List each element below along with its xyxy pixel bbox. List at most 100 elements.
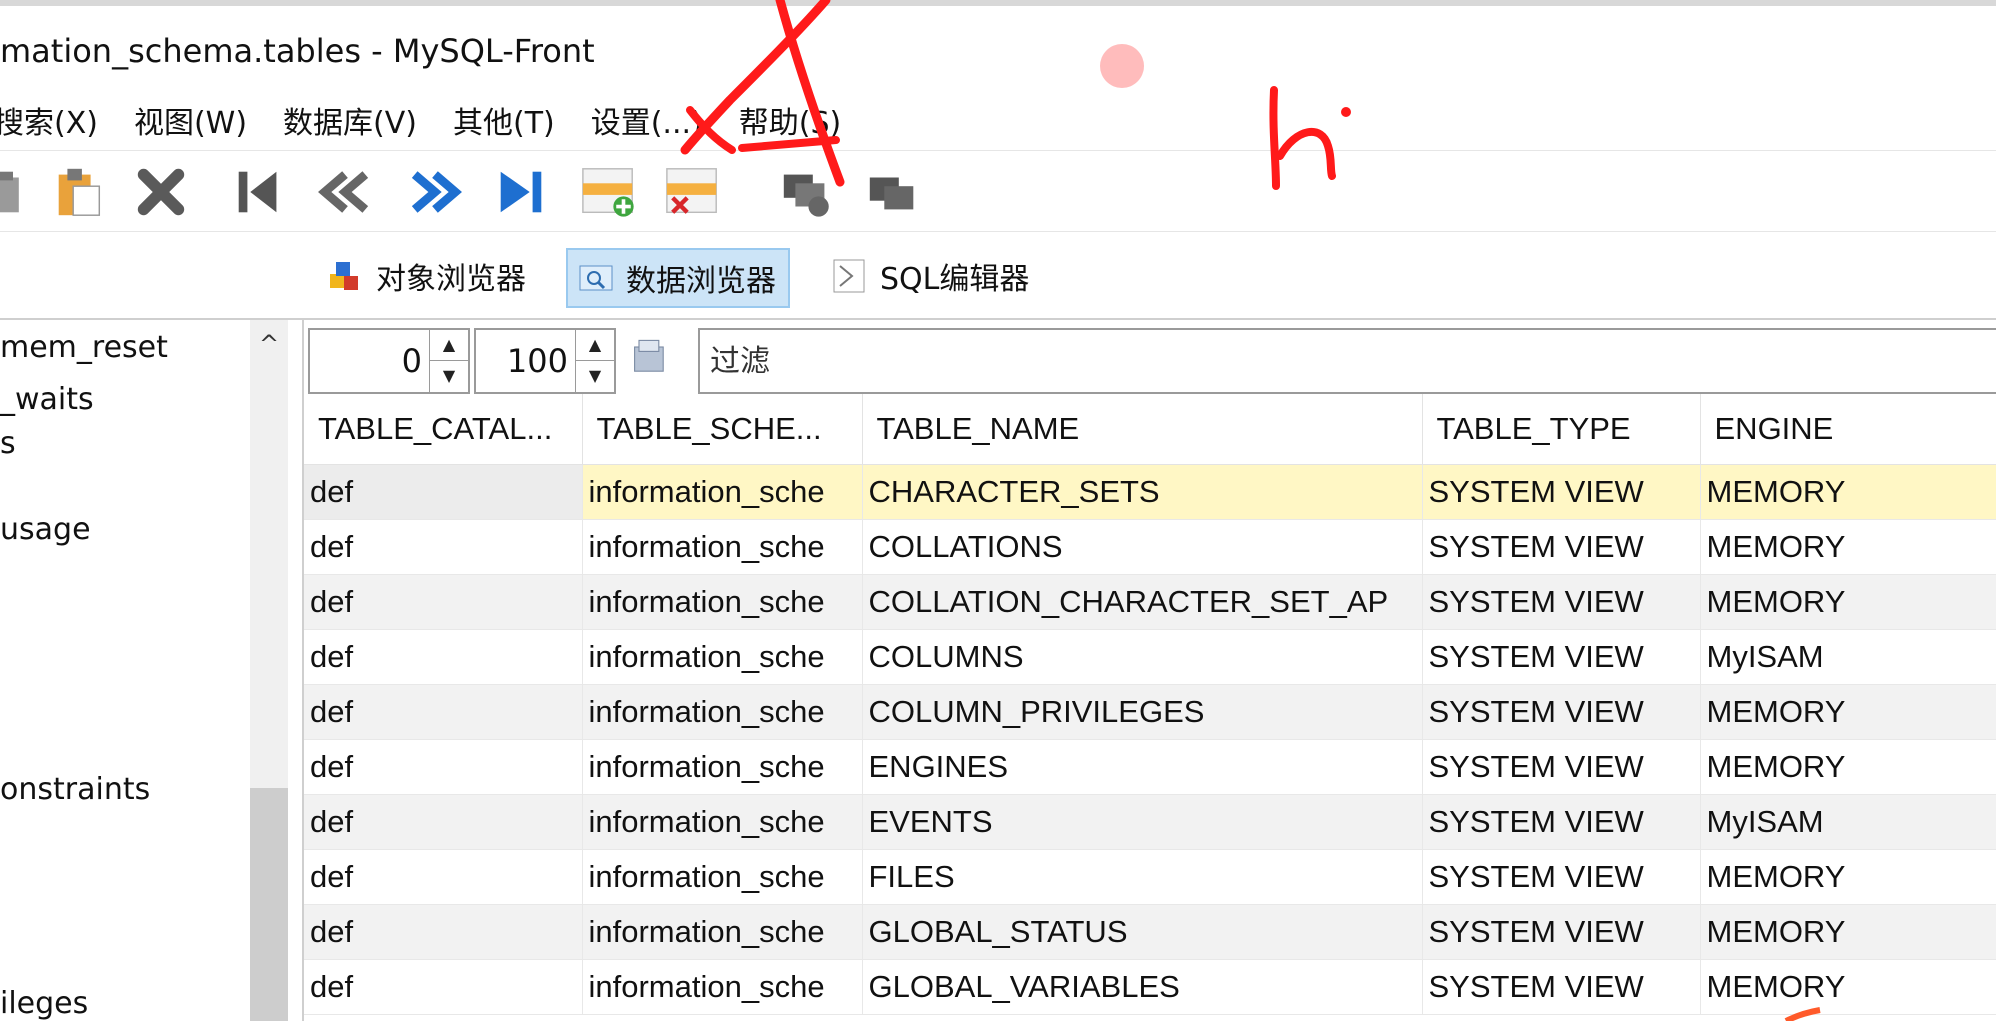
table-cell[interactable]: def bbox=[304, 904, 583, 960]
table-cell[interactable]: def bbox=[304, 959, 583, 1015]
table-cell[interactable]: FILES bbox=[862, 849, 1423, 905]
post-icon[interactable] bbox=[776, 161, 838, 223]
table-row[interactable]: def information_sche ENGINES SYSTEM VIEW… bbox=[304, 739, 1996, 795]
table-cell[interactable]: def bbox=[304, 849, 583, 905]
table-cell[interactable]: SYSTEM VIEW bbox=[1422, 849, 1701, 905]
menu-database[interactable]: 数据库(V) bbox=[283, 98, 417, 142]
table-cell[interactable]: information_sche bbox=[582, 794, 863, 850]
table-cell[interactable]: information_sche bbox=[582, 904, 863, 960]
table-cell[interactable]: MEMORY bbox=[1700, 519, 1996, 575]
scroll-up-icon[interactable]: ^ bbox=[250, 330, 288, 358]
table-cell[interactable]: MEMORY bbox=[1700, 464, 1996, 520]
limit-up-button[interactable]: ▲ bbox=[576, 330, 614, 361]
table-cell[interactable]: def bbox=[304, 684, 583, 740]
table-cell[interactable]: MEMORY bbox=[1700, 959, 1996, 1015]
delete-record-icon[interactable] bbox=[662, 161, 724, 223]
table-cell[interactable]: MEMORY bbox=[1700, 739, 1996, 795]
table-cell[interactable]: MyISAM bbox=[1700, 794, 1996, 850]
table-cell[interactable]: information_sche bbox=[582, 629, 863, 685]
table-row[interactable]: def information_sche GLOBAL_STATUS SYSTE… bbox=[304, 904, 1996, 960]
table-cell[interactable]: SYSTEM VIEW bbox=[1422, 739, 1701, 795]
table-cell[interactable]: def bbox=[304, 794, 583, 850]
cancel-icon[interactable] bbox=[862, 161, 924, 223]
paste-icon[interactable] bbox=[48, 161, 110, 223]
table-row[interactable]: def information_sche FILES SYSTEM VIEW M… bbox=[304, 849, 1996, 905]
table-row[interactable]: def information_sche GLOBAL_VARIABLES SY… bbox=[304, 959, 1996, 1015]
tree-item[interactable]: mem_reset bbox=[0, 330, 168, 365]
table-row[interactable]: def information_sche COLLATION_CHARACTER… bbox=[304, 574, 1996, 630]
home-icon[interactable] bbox=[0, 161, 44, 223]
menu-other[interactable]: 其他(T) bbox=[453, 98, 555, 142]
menu-settings[interactable]: 设置(...) bbox=[591, 98, 703, 142]
first-record-icon[interactable] bbox=[228, 161, 290, 223]
table-cell[interactable]: MEMORY bbox=[1700, 684, 1996, 740]
table-cell[interactable]: MEMORY bbox=[1700, 904, 1996, 960]
table-cell[interactable]: SYSTEM VIEW bbox=[1422, 684, 1701, 740]
tree-item[interactable]: s bbox=[0, 426, 16, 461]
table-cell[interactable]: def bbox=[304, 629, 583, 685]
table-cell[interactable]: SYSTEM VIEW bbox=[1422, 794, 1701, 850]
table-row[interactable]: def information_sche COLUMN_PRIVILEGES S… bbox=[304, 684, 1996, 740]
table-row[interactable]: def information_sche EVENTS SYSTEM VIEW … bbox=[304, 794, 1996, 850]
table-row[interactable]: def information_sche CHARACTER_SETS SYST… bbox=[304, 464, 1996, 520]
table-cell[interactable]: MEMORY bbox=[1700, 574, 1996, 630]
table-cell[interactable]: COLUMN_PRIVILEGES bbox=[862, 684, 1423, 740]
table-cell[interactable]: CHARACTER_SETS bbox=[862, 464, 1423, 520]
offset-down-button[interactable]: ▼ bbox=[430, 361, 468, 391]
column-header[interactable]: TABLE_CATAL... bbox=[304, 394, 583, 465]
table-row[interactable]: def information_sche COLUMNS SYSTEM VIEW… bbox=[304, 629, 1996, 685]
column-header[interactable]: TABLE_TYPE bbox=[1422, 394, 1701, 465]
scrollbar-thumb[interactable] bbox=[250, 788, 288, 1021]
table-cell[interactable]: SYSTEM VIEW bbox=[1422, 629, 1701, 685]
filter-input-box[interactable] bbox=[698, 328, 1996, 394]
table-cell[interactable]: MEMORY bbox=[1700, 849, 1996, 905]
table-row[interactable]: def information_sche COLLATIONS SYSTEM V… bbox=[304, 519, 1996, 575]
table-cell[interactable]: GLOBAL_STATUS bbox=[862, 904, 1423, 960]
tree-item[interactable]: usage bbox=[0, 512, 91, 547]
table-cell[interactable]: GLOBAL_VARIABLES bbox=[862, 959, 1423, 1015]
menu-help[interactable]: 帮助(S) bbox=[739, 98, 841, 142]
table-cell[interactable]: information_sche bbox=[582, 739, 863, 795]
tree-item[interactable]: ileges bbox=[0, 986, 88, 1021]
insert-record-icon[interactable] bbox=[578, 161, 640, 223]
refresh-icon[interactable] bbox=[628, 336, 672, 380]
prev-page-icon[interactable] bbox=[314, 161, 376, 223]
offset-stepper[interactable]: 0 ▲ ▼ bbox=[308, 328, 470, 394]
table-cell[interactable]: SYSTEM VIEW bbox=[1422, 519, 1701, 575]
tree-item[interactable]: onstraints bbox=[0, 772, 150, 807]
table-cell[interactable]: information_sche bbox=[582, 574, 863, 630]
table-cell[interactable]: COLLATIONS bbox=[862, 519, 1423, 575]
column-header[interactable]: ENGINE bbox=[1700, 394, 1996, 465]
table-cell[interactable]: information_sche bbox=[582, 519, 863, 575]
table-cell[interactable]: SYSTEM VIEW bbox=[1422, 574, 1701, 630]
table-cell[interactable]: def bbox=[304, 739, 583, 795]
table-cell[interactable]: SYSTEM VIEW bbox=[1422, 464, 1701, 520]
table-cell[interactable]: COLLATION_CHARACTER_SET_AP bbox=[862, 574, 1423, 630]
table-cell[interactable]: ENGINES bbox=[862, 739, 1423, 795]
delete-icon[interactable] bbox=[130, 161, 192, 223]
tab-object-browser[interactable]: 对象浏览器 bbox=[318, 248, 538, 304]
table-cell[interactable]: information_sche bbox=[582, 959, 863, 1015]
tab-sql-editor[interactable]: SQL编辑器 bbox=[822, 248, 1041, 304]
table-cell[interactable]: information_sche bbox=[582, 464, 863, 520]
menu-search[interactable]: 搜索(X) bbox=[0, 98, 98, 142]
offset-up-button[interactable]: ▲ bbox=[430, 330, 468, 361]
limit-down-button[interactable]: ▼ bbox=[576, 361, 614, 391]
table-cell[interactable]: def bbox=[304, 519, 583, 575]
table-cell[interactable]: MyISAM bbox=[1700, 629, 1996, 685]
table-cell[interactable]: information_sche bbox=[582, 684, 863, 740]
menu-view[interactable]: 视图(W) bbox=[134, 98, 247, 142]
column-header[interactable]: TABLE_NAME bbox=[862, 394, 1423, 465]
table-cell[interactable]: def bbox=[304, 464, 583, 520]
table-cell[interactable]: SYSTEM VIEW bbox=[1422, 904, 1701, 960]
table-cell[interactable]: COLUMNS bbox=[862, 629, 1423, 685]
tree-scrollbar[interactable]: ^ bbox=[250, 320, 288, 1021]
table-cell[interactable]: EVENTS bbox=[862, 794, 1423, 850]
next-page-icon[interactable] bbox=[404, 161, 466, 223]
last-record-icon[interactable] bbox=[490, 161, 552, 223]
column-header[interactable]: TABLE_SCHE... bbox=[582, 394, 863, 465]
limit-stepper[interactable]: 100 ▲ ▼ bbox=[474, 328, 616, 394]
table-cell[interactable]: SYSTEM VIEW bbox=[1422, 959, 1701, 1015]
table-cell[interactable]: information_sche bbox=[582, 849, 863, 905]
tab-data-browser[interactable]: 数据浏览器 bbox=[566, 248, 790, 308]
